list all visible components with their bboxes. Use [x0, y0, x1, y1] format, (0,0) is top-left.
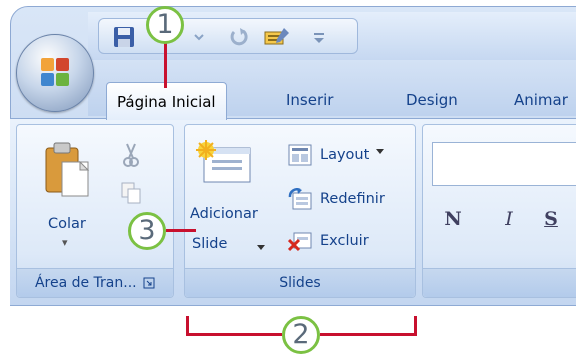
dialog-launcher-icon[interactable] — [143, 277, 155, 289]
copy-button[interactable] — [120, 178, 142, 208]
tab-design[interactable]: Design — [406, 84, 458, 116]
delete-icon — [288, 232, 312, 252]
layout-button[interactable]: Layout — [288, 140, 385, 170]
office-button[interactable] — [16, 34, 94, 112]
callout-3: 3 — [128, 212, 166, 250]
tab-inserir[interactable]: Inserir — [286, 84, 333, 116]
reset-icon — [288, 188, 312, 210]
tab-animar[interactable]: Animar — [514, 84, 568, 116]
paste-dropdown-arrow: ▾ — [62, 236, 68, 249]
undo-button[interactable] — [228, 24, 250, 50]
shadow-button[interactable]: S — [536, 204, 566, 234]
add-slide-button[interactable]: Adicionar Slide — [188, 136, 274, 266]
callout-1-line — [164, 42, 167, 88]
reset-label: Redefinir — [320, 191, 385, 207]
layout-dropdown-icon — [376, 149, 385, 154]
qat-dropdown-button[interactable] — [192, 24, 206, 50]
save-icon — [114, 27, 134, 47]
font-name-field[interactable] — [432, 142, 576, 186]
office-logo-icon — [41, 58, 69, 86]
customize-qat-button[interactable] — [312, 24, 326, 50]
paste-label: Colar — [48, 216, 86, 232]
scissors-icon — [123, 143, 139, 167]
customize-dropdown-icon — [314, 33, 324, 43]
cut-button[interactable] — [120, 140, 142, 170]
callout-3-line — [166, 229, 196, 232]
reset-slide-button[interactable]: Redefinir — [288, 184, 385, 214]
delete-slide-button[interactable]: Excluir — [288, 226, 369, 256]
paste-icon — [45, 142, 90, 197]
add-slide-dropdown-icon — [257, 245, 265, 250]
slides-group-label: Slides — [185, 268, 415, 297]
clipboard-group-label: Área de Tran... — [17, 268, 173, 297]
callout-2-bracket-bottom-right — [320, 333, 417, 336]
layout-label: Layout — [320, 147, 370, 163]
font-group-label — [423, 268, 576, 297]
layout-icon — [288, 144, 312, 166]
add-slide-label-line2: Slide — [192, 236, 228, 252]
callout-2-bracket-bottom-left — [186, 333, 282, 336]
chevron-down-icon — [194, 34, 204, 41]
undo-icon — [230, 28, 248, 46]
callout-1: 1 — [146, 6, 184, 44]
format-painter-icon — [264, 28, 289, 45]
callout-2: 2 — [282, 316, 320, 354]
powerpoint-ribbon-screenshot: Página Inicial Inserir Design Animar Áre… — [0, 0, 576, 361]
clipboard-group-title: Área de Tran... — [34, 275, 137, 291]
new-slide-icon — [196, 140, 251, 183]
format-painter-button[interactable] — [262, 24, 292, 50]
paste-button[interactable]: Colar ▾ — [34, 134, 104, 272]
add-slide-label-line1: Adicionar — [190, 206, 258, 222]
save-button[interactable] — [112, 24, 136, 50]
copy-icon — [121, 182, 141, 204]
bold-button[interactable]: N — [438, 204, 468, 234]
italic-button[interactable]: I — [494, 204, 524, 234]
delete-label: Excluir — [320, 233, 369, 249]
